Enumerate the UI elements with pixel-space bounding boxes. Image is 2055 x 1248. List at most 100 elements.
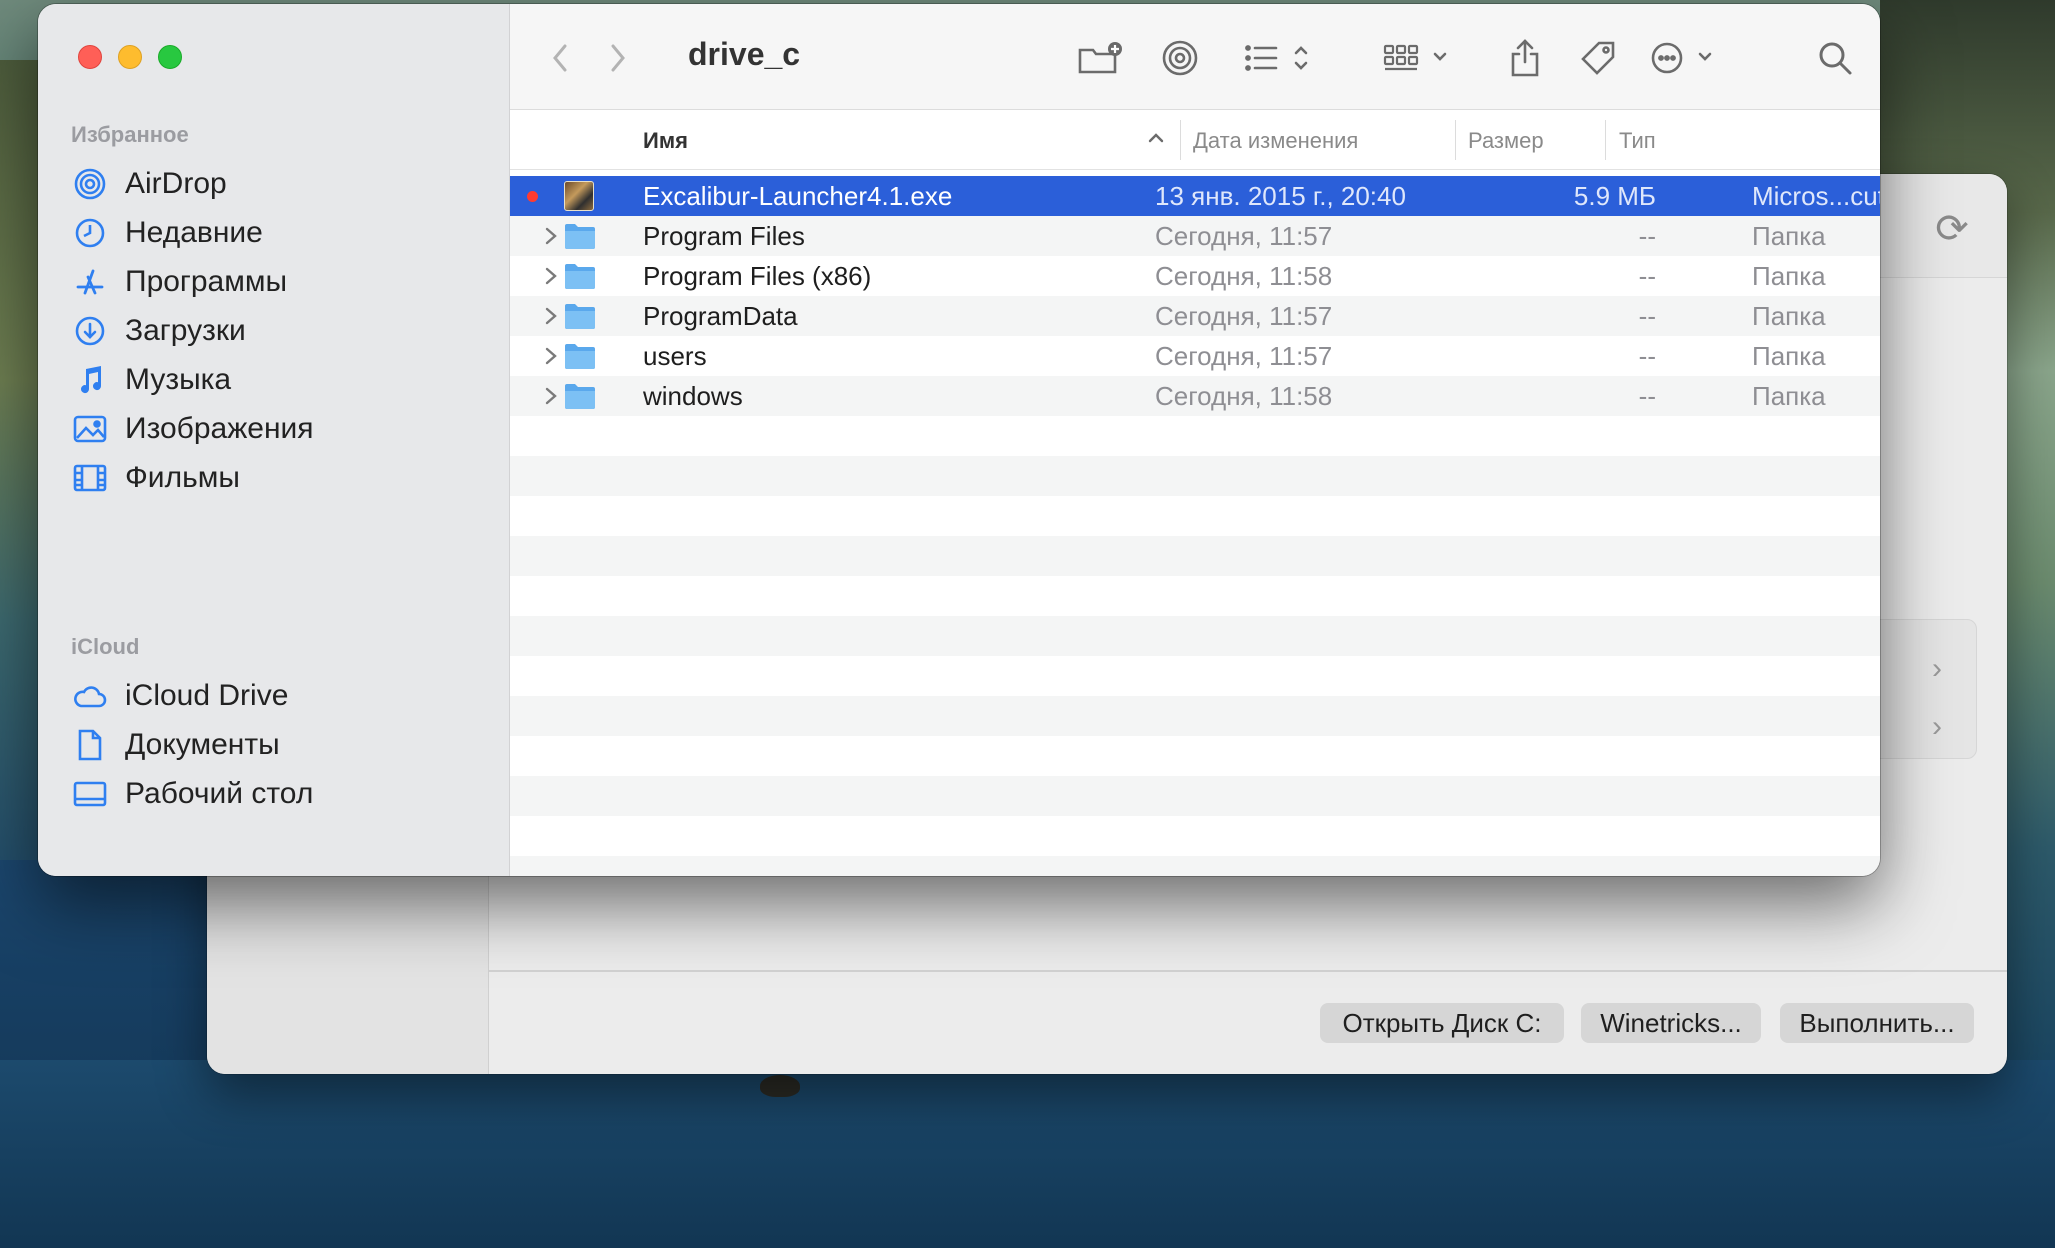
sidebar-item-documents[interactable]: Документы (71, 720, 491, 770)
disclosure-triangle-icon[interactable] (540, 383, 562, 409)
folder-icon (565, 224, 595, 249)
chevron-right-icon[interactable]: › (1922, 712, 1952, 742)
file-size: -- (1638, 261, 1656, 291)
file-name: windows (643, 381, 743, 411)
search-button[interactable] (1810, 34, 1860, 82)
file-date: Сегодня, 11:57 (1155, 341, 1333, 371)
winetricks-button[interactable]: Winetricks... (1581, 1003, 1761, 1043)
disclosure-triangle-icon[interactable] (540, 223, 562, 249)
file-name: users (643, 341, 707, 371)
group-button[interactable] (1380, 34, 1460, 82)
column-size-header[interactable]: Размер (1468, 128, 1544, 154)
sidebar-item-desktop[interactable]: Рабочий стол (71, 769, 491, 819)
red-tag-dot (527, 191, 538, 202)
sidebar-item-pictures[interactable]: Изображения (71, 404, 491, 454)
sidebar: Избранное AirDrop Недавние Программы Заг… (38, 4, 510, 876)
download-icon (71, 312, 109, 350)
chevron-left-icon (553, 44, 567, 72)
chevron-right-icon[interactable]: › (1922, 654, 1952, 684)
sidebar-item-movies[interactable]: Фильмы (71, 453, 491, 503)
clock-icon (71, 214, 109, 252)
sidebar-section-icloud: iCloud (71, 634, 140, 659)
sidebar-item-airdrop[interactable]: AirDrop (71, 159, 491, 209)
apps-icon (71, 263, 109, 301)
file-date: Сегодня, 11:57 (1155, 221, 1333, 251)
file-list: Excalibur-Launcher4.1.exe 13 янв. 2015 г… (510, 176, 1880, 876)
toolbar: drive_c (510, 4, 1880, 110)
airdrop-icon (71, 165, 109, 203)
sidebar-item-label: Изображения (125, 412, 314, 445)
disclosure-triangle-icon[interactable] (540, 263, 562, 289)
file-size: 5.9 МБ (1573, 181, 1656, 211)
disclosure-triangle-icon[interactable] (540, 343, 562, 369)
forward-button[interactable] (598, 34, 638, 82)
sidebar-section-favorites: Избранное (71, 122, 189, 147)
folder-row-program-files-x86[interactable]: Program Files (x86) Сегодня, 11:58 -- Па… (510, 256, 1880, 296)
sidebar-item-label: Документы (125, 728, 280, 761)
column-kind-header[interactable]: Тип (1619, 128, 1656, 154)
sidebar-item-icloud-drive[interactable]: iCloud Drive (71, 671, 491, 721)
column-divider[interactable] (1455, 120, 1456, 160)
view-options-button[interactable] (1240, 34, 1320, 82)
sidebar-item-music[interactable]: Музыка (71, 355, 491, 405)
folder-row-users[interactable]: users Сегодня, 11:57 -- Папка (510, 336, 1880, 376)
file-name: Program Files (643, 221, 805, 251)
file-name: Program Files (x86) (643, 261, 872, 291)
chevron-right-icon (611, 44, 625, 72)
folder-row-windows[interactable]: windows Сегодня, 11:58 -- Папка (510, 376, 1880, 416)
cloud-icon (71, 677, 109, 715)
file-size: -- (1638, 381, 1656, 411)
share-icon (1511, 39, 1539, 77)
search-icon (1819, 42, 1852, 75)
file-kind: Папка (1752, 261, 1826, 291)
file-size: -- (1638, 301, 1656, 331)
column-header: Имя Дата изменения Размер Тип (510, 110, 1880, 170)
sidebar-item-label: iCloud Drive (125, 679, 289, 712)
zoom-window-button[interactable] (158, 45, 182, 69)
window-title: drive_c (688, 36, 801, 72)
column-name-header[interactable]: Имя (643, 128, 688, 154)
refresh-icon[interactable]: ⟳ (1927, 204, 1977, 254)
folder-row-programdata[interactable]: ProgramData Сегодня, 11:57 -- Папка (510, 296, 1880, 336)
empty-row (510, 536, 1880, 576)
file-date: Сегодня, 11:57 (1155, 301, 1333, 331)
file-date: Сегодня, 11:58 (1155, 261, 1333, 291)
open-drive-c-button[interactable]: Открыть Диск C: (1320, 1003, 1564, 1043)
disclosure-triangle-icon[interactable] (540, 303, 562, 329)
run-button[interactable]: Выполнить... (1780, 1003, 1974, 1043)
empty-row (510, 856, 1880, 876)
sidebar-item-applications[interactable]: Программы (71, 257, 491, 307)
folder-icon (565, 384, 595, 409)
file-name: Excalibur-Launcher4.1.exe (643, 181, 953, 211)
column-date-header[interactable]: Дата изменения (1193, 128, 1358, 154)
file-name: ProgramData (643, 301, 798, 331)
file-kind: Micros...cutable (1752, 181, 1880, 211)
minimize-window-button[interactable] (118, 45, 142, 69)
close-window-button[interactable] (78, 45, 102, 69)
tags-button[interactable] (1573, 34, 1623, 82)
sidebar-item-downloads[interactable]: Загрузки (71, 306, 491, 356)
file-kind: Папка (1752, 221, 1826, 251)
desktop-icon (71, 775, 109, 813)
file-date: Сегодня, 11:58 (1155, 381, 1333, 411)
new-folder-icon (1078, 42, 1122, 74)
sidebar-item-recents[interactable]: Недавние (71, 208, 491, 258)
folder-row-program-files[interactable]: Program Files Сегодня, 11:57 -- Папка (510, 216, 1880, 256)
sidebar-item-label: Программы (125, 265, 288, 298)
share-button[interactable] (1500, 34, 1550, 82)
column-divider[interactable] (1605, 120, 1606, 160)
more-actions-button[interactable] (1645, 34, 1725, 82)
folder-icon (565, 304, 595, 329)
sidebar-item-label: Загрузки (125, 314, 246, 347)
new-folder-button[interactable] (1075, 34, 1125, 82)
airdrop-toolbar-button[interactable] (1155, 34, 1205, 82)
sort-ascending-icon[interactable] (1142, 124, 1170, 152)
file-size: -- (1638, 221, 1656, 251)
divider (489, 970, 2007, 972)
back-button[interactable] (540, 34, 580, 82)
column-divider[interactable] (1180, 120, 1181, 160)
wallpaper-sea (0, 1060, 2055, 1248)
list-view-icon (1245, 45, 1308, 71)
tag-icon (1581, 41, 1615, 75)
file-row-excalibur-launcher[interactable]: Excalibur-Launcher4.1.exe 13 янв. 2015 г… (510, 176, 1880, 216)
